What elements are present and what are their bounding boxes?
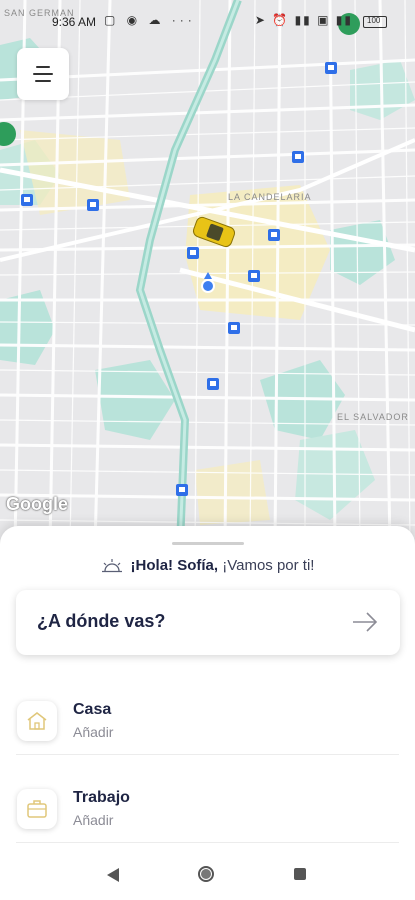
divider xyxy=(16,842,399,843)
status-time: 9:36 AM xyxy=(52,15,97,29)
place-subtitle-work: Añadir xyxy=(73,812,114,828)
recents-icon[interactable] xyxy=(294,868,306,880)
sunrise-icon xyxy=(101,559,122,573)
divider xyxy=(16,754,399,755)
map-label-la-candelaria: LA CANDELARIA xyxy=(228,192,312,202)
place-subtitle-home: Añadir xyxy=(73,724,114,740)
battery-level: 100 xyxy=(367,16,381,25)
greeting-name: ¡Hola! Sofía, xyxy=(130,557,219,574)
bottom-sheet: ¡Hola! Sofía, ¡Vamos por ti! ¿A dónde va… xyxy=(0,526,415,856)
battery-icon: 100 xyxy=(363,16,387,28)
sheet-handle[interactable] xyxy=(172,542,244,545)
greeting: ¡Hola! Sofía, ¡Vamos por ti! xyxy=(0,557,415,574)
place-item-work[interactable]: Trabajo Añadir xyxy=(0,776,415,864)
greeting-text: ¡Vamos por ti! xyxy=(218,557,315,574)
menu-icon-line xyxy=(35,80,51,82)
menu-icon-line xyxy=(36,66,50,68)
back-icon[interactable] xyxy=(107,868,119,882)
destination-search-button[interactable]: ¿A dónde vas? xyxy=(16,590,400,655)
place-item-home[interactable]: Casa Añadir xyxy=(0,688,415,776)
arrow-right-icon xyxy=(353,612,378,632)
menu-button[interactable] xyxy=(17,48,69,100)
system-navigation-bar xyxy=(0,856,415,900)
briefcase-icon xyxy=(17,789,57,829)
place-title-work: Trabajo xyxy=(73,789,130,806)
home-icon xyxy=(17,701,57,741)
home-nav-icon[interactable] xyxy=(198,866,214,882)
place-title-home: Casa xyxy=(73,701,112,718)
status-bar: 9:36 AM ▢ ◉ ☁ ··· ➤ ⏰ ▮▮ ▣ ▮▮ 100 xyxy=(0,0,415,44)
status-left-icons: ▢ ◉ ☁ ··· xyxy=(104,13,196,27)
google-attribution: Google xyxy=(6,494,68,514)
menu-icon-line xyxy=(33,73,53,75)
map-label-el-salvador: EL SALVADOR xyxy=(337,412,409,422)
status-right-icons: ➤ ⏰ ▮▮ ▣ ▮▮ xyxy=(254,13,353,27)
destination-label: ¿A dónde vas? xyxy=(37,611,166,631)
